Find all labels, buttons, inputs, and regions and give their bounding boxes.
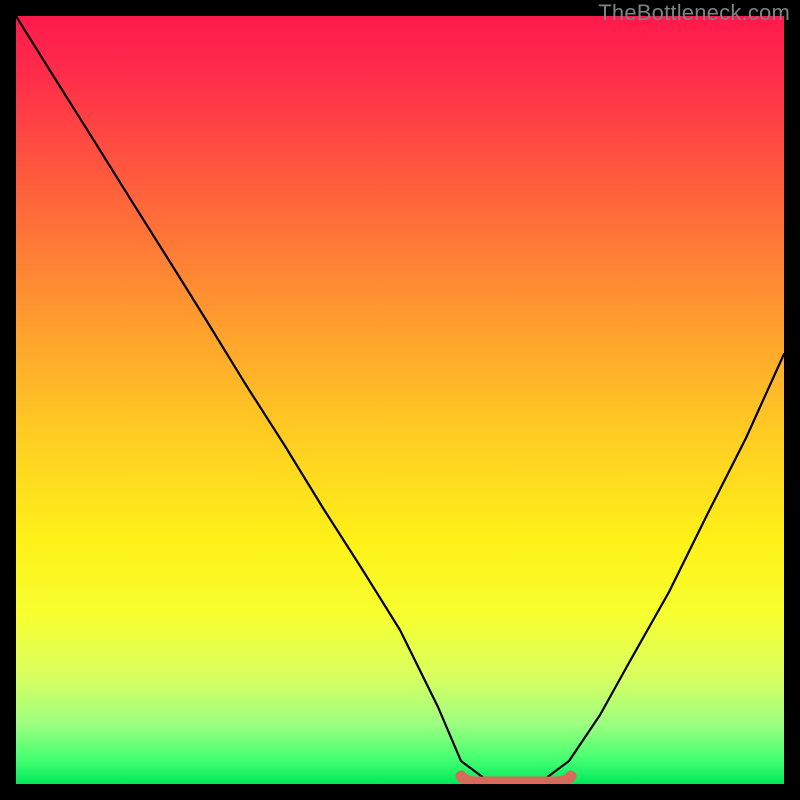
watermark-text: TheBottleneck.com [598,0,790,26]
chart-frame [16,16,784,784]
optimal-range-marker [461,776,571,782]
bottleneck-curve-path [16,16,784,784]
chart-svg [16,16,784,784]
plot-area [16,16,784,784]
